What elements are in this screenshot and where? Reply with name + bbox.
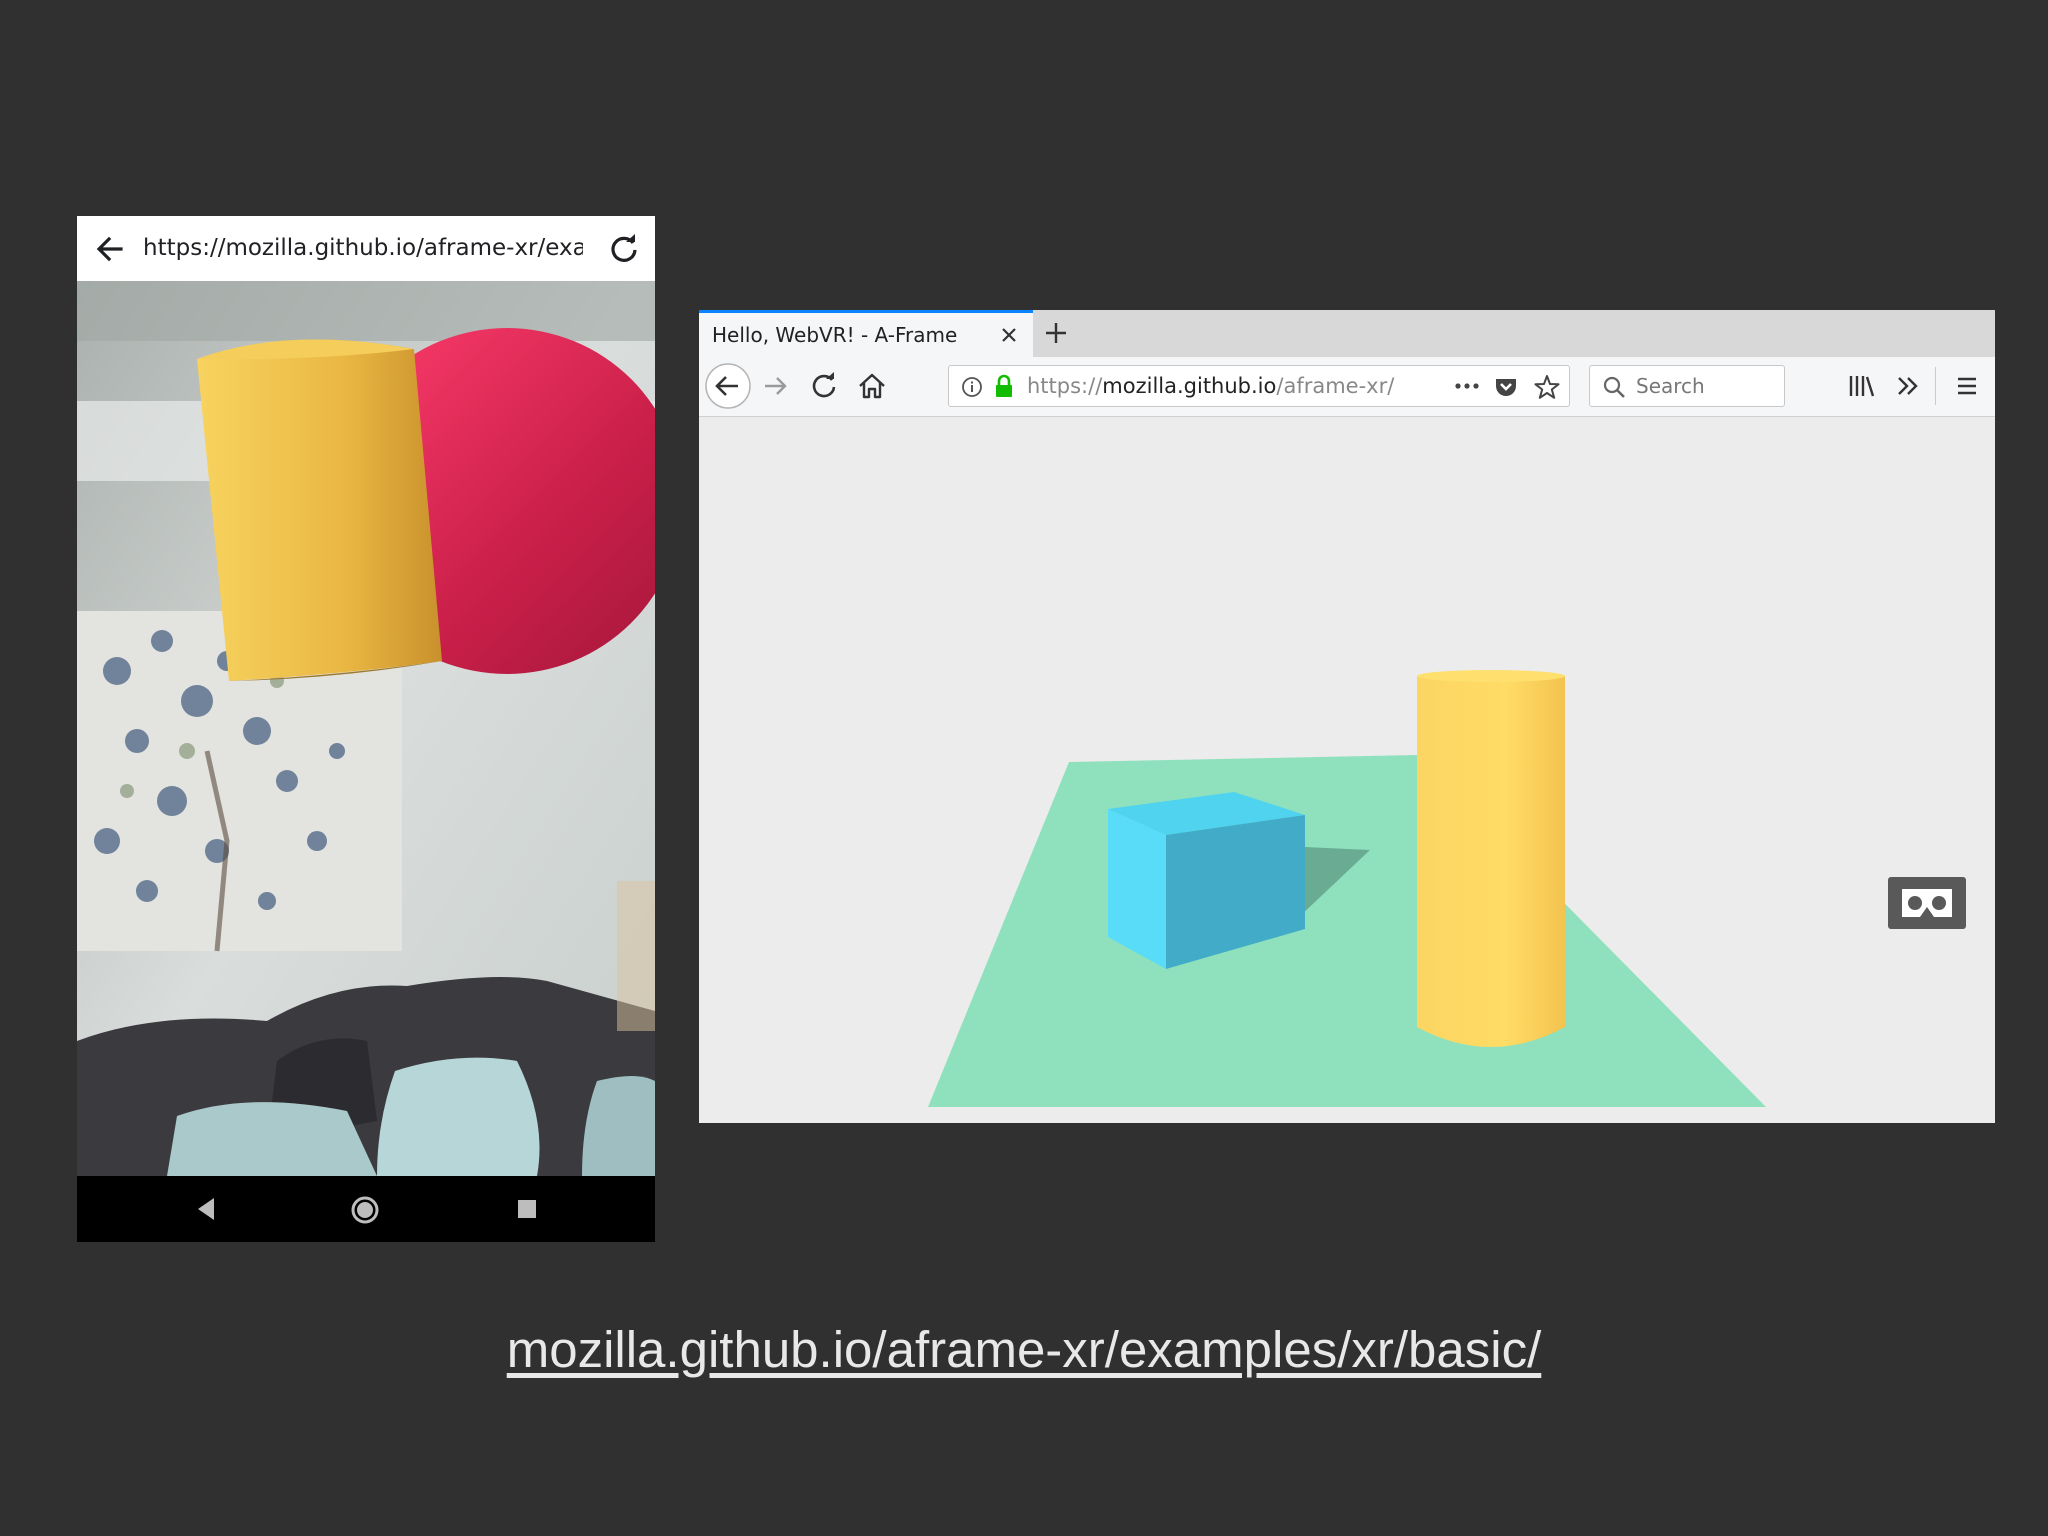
- phone-url-text[interactable]: https://mozilla.github.io/aframe-xr/exam: [143, 216, 583, 281]
- pillow: [377, 1057, 540, 1176]
- info-icon[interactable]: [961, 376, 983, 398]
- reload-icon[interactable]: [809, 371, 839, 401]
- toolbar-divider: [1935, 367, 1936, 405]
- home-icon[interactable]: [856, 370, 888, 402]
- pillow: [167, 1102, 377, 1176]
- caption-link[interactable]: mozilla.github.io/aframe-xr/examples/xr/…: [507, 1321, 1542, 1378]
- new-tab-plus-icon[interactable]: [1041, 318, 1071, 348]
- reload-icon[interactable]: [607, 232, 641, 266]
- caption-link-container: mozilla.github.io/aframe-xr/examples/xr/…: [0, 1320, 2048, 1379]
- url-path: /aframe-xr/: [1276, 374, 1395, 398]
- tab-active[interactable]: Hello, WebVR! - A-Frame: [699, 310, 1033, 357]
- ar-camera-view: [77, 281, 655, 1176]
- hamburger-menu-icon[interactable]: [1952, 371, 1982, 401]
- nav-home-icon[interactable]: [350, 1195, 380, 1225]
- more-dots-icon[interactable]: [1453, 378, 1481, 394]
- library-icon[interactable]: [1846, 371, 1876, 401]
- aframe-scene: [699, 417, 1995, 1123]
- close-icon[interactable]: [997, 323, 1021, 347]
- url-scheme: https://: [1027, 374, 1103, 398]
- navigation-toolbar: https://mozilla.github.io/aframe-xr/ Sea…: [699, 357, 1995, 417]
- vr-headset-icon: [1902, 889, 1952, 917]
- yellow-cylinder: [1417, 676, 1565, 1047]
- back-arrow-icon[interactable]: [93, 232, 127, 266]
- phone-url-bar: https://mozilla.github.io/aframe-xr/exam: [77, 216, 655, 281]
- nav-recents-icon[interactable]: [516, 1198, 538, 1220]
- nav-back-icon[interactable]: [194, 1195, 218, 1223]
- firefox-window: Hello, WebVR! - A-Frame https://mozilla.…: [699, 310, 1995, 1123]
- phone-screenshot: https://mozilla.github.io/aframe-xr/exam: [77, 216, 655, 1242]
- search-icon: [1603, 376, 1625, 398]
- back-button[interactable]: [704, 362, 752, 410]
- forward-arrow-icon[interactable]: [761, 371, 791, 401]
- tab-strip: Hello, WebVR! - A-Frame: [699, 310, 1995, 357]
- overflow-chevrons-icon[interactable]: [1893, 371, 1923, 401]
- tab-title: Hello, WebVR! - A-Frame: [712, 323, 958, 347]
- url-text: https://mozilla.github.io/aframe-xr/: [1027, 366, 1394, 406]
- url-bar[interactable]: https://mozilla.github.io/aframe-xr/: [948, 365, 1570, 407]
- url-domain: mozilla.github.io: [1102, 374, 1277, 398]
- yellow-cylinder: [197, 339, 442, 681]
- android-nav-bar: [77, 1176, 655, 1242]
- bookmark-star-icon[interactable]: [1533, 373, 1561, 401]
- lock-icon: [996, 374, 1012, 397]
- search-placeholder: Search: [1636, 374, 1705, 398]
- pocket-icon[interactable]: [1493, 374, 1519, 400]
- enter-vr-button[interactable]: [1888, 877, 1966, 929]
- search-input[interactable]: Search: [1589, 365, 1785, 407]
